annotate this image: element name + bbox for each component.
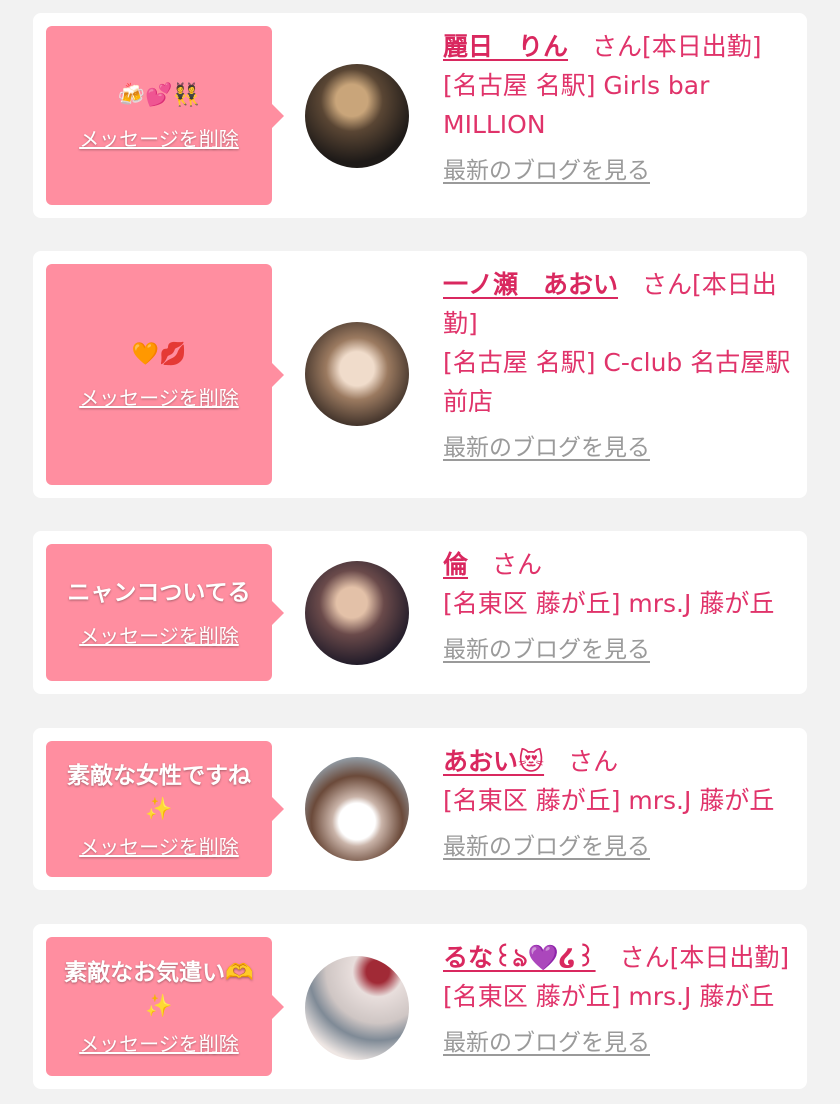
message-card: 素敵な女性ですね ✨ メッセージを削除 あおい😻 さん [名東区 藤が丘] mrs… (33, 728, 807, 890)
honorific: さん (492, 550, 543, 579)
honorific: さん (568, 747, 619, 776)
avatar[interactable] (305, 322, 409, 426)
work-status: [本日出勤] (669, 943, 790, 972)
latest-blog-link[interactable]: 最新のブログを見る (443, 1024, 650, 1063)
cast-name-link[interactable]: 麗日 りん (443, 32, 568, 61)
message-text: 素敵な女性ですね (67, 762, 251, 789)
delete-message-link[interactable]: メッセージを削除 (79, 620, 239, 649)
avatar[interactable] (305, 561, 409, 665)
shop-name: [名古屋 名駅] C-club 名古屋駅前店 (443, 348, 791, 416)
message-emoji: 🍻💕👯 (117, 83, 201, 108)
avatar[interactable] (305, 956, 409, 1060)
honorific: さん (642, 270, 693, 299)
message-bubble: 🍻💕👯 メッセージを削除 (46, 26, 284, 205)
message-card: 素敵なお気遣い🫶 ✨ メッセージを削除 るな꒰ঌ💜໒꒱ さん[本日出勤] [名東区… (33, 924, 807, 1089)
honorific: さん (619, 943, 670, 972)
cast-info: あおい😻 さん [名東区 藤が丘] mrs.J 藤が丘 最新のブログを見る (443, 742, 795, 867)
message-bubble: 素敵なお気遣い🫶 ✨ メッセージを削除 (46, 937, 284, 1076)
message-card: ニャンコついてる メッセージを削除 倫さん [名東区 藤が丘] mrs.J 藤が… (33, 531, 807, 694)
message-card: 🧡💋 メッセージを削除 一ノ瀬 あおい さん[本日出勤] [名古屋 名駅] C-c… (33, 251, 807, 498)
cast-info: 一ノ瀬 あおい さん[本日出勤] [名古屋 名駅] C-club 名古屋駅前店 最… (443, 265, 795, 468)
latest-blog-link[interactable]: 最新のブログを見る (443, 429, 650, 468)
shop-name: [名古屋 名駅] Girls bar MILLION (443, 71, 710, 139)
cast-info: るな꒰ঌ💜໒꒱ さん[本日出勤] [名東区 藤が丘] mrs.J 藤が丘 最新のブ… (443, 938, 795, 1063)
delete-message-link[interactable]: メッセージを削除 (79, 123, 239, 152)
message-bubble: 🧡💋 メッセージを削除 (46, 264, 284, 485)
latest-blog-link[interactable]: 最新のブログを見る (443, 828, 650, 867)
message-emoji: 🧡💋 (131, 342, 187, 367)
message-bubble: 素敵な女性ですね ✨ メッセージを削除 (46, 741, 284, 877)
delete-message-link[interactable]: メッセージを削除 (79, 831, 239, 860)
work-status: [本日出勤] (642, 32, 762, 61)
avatar[interactable] (305, 64, 409, 168)
latest-blog-link[interactable]: 最新のブログを見る (443, 631, 650, 670)
honorific: さん (592, 32, 643, 61)
cast-name-link[interactable]: あおい😻 (443, 747, 544, 776)
message-text: ニャンコついてる (67, 580, 251, 606)
message-card: 🍻💕👯 メッセージを削除 麗日 りん さん[本日出勤] [名古屋 名駅] Girl… (33, 13, 807, 218)
cast-name-link[interactable]: 倫 (443, 550, 468, 579)
cast-info: 倫さん [名東区 藤が丘] mrs.J 藤が丘 最新のブログを見る (443, 545, 795, 670)
sparkles-icon: ✨ (145, 994, 173, 1019)
cast-name-link[interactable]: 一ノ瀬 あおい (443, 270, 618, 299)
shop-name: [名東区 藤が丘] mrs.J 藤が丘 (443, 786, 775, 815)
shop-name: [名東区 藤が丘] mrs.J 藤が丘 (443, 589, 775, 618)
shop-name: [名東区 藤が丘] mrs.J 藤が丘 (443, 982, 775, 1011)
message-text: 素敵なお気遣い🫶 (64, 960, 254, 986)
sparkles-icon: ✨ (145, 796, 173, 822)
delete-message-link[interactable]: メッセージを削除 (79, 382, 239, 411)
cast-name-link[interactable]: るな꒰ঌ💜໒꒱ (443, 943, 596, 972)
avatar[interactable] (305, 757, 409, 861)
latest-blog-link[interactable]: 最新のブログを見る (443, 152, 650, 191)
cast-info: 麗日 りん さん[本日出勤] [名古屋 名駅] Girls bar MILLION… (443, 27, 795, 191)
message-bubble: ニャンコついてる メッセージを削除 (46, 544, 284, 681)
delete-message-link[interactable]: メッセージを削除 (79, 1028, 239, 1057)
